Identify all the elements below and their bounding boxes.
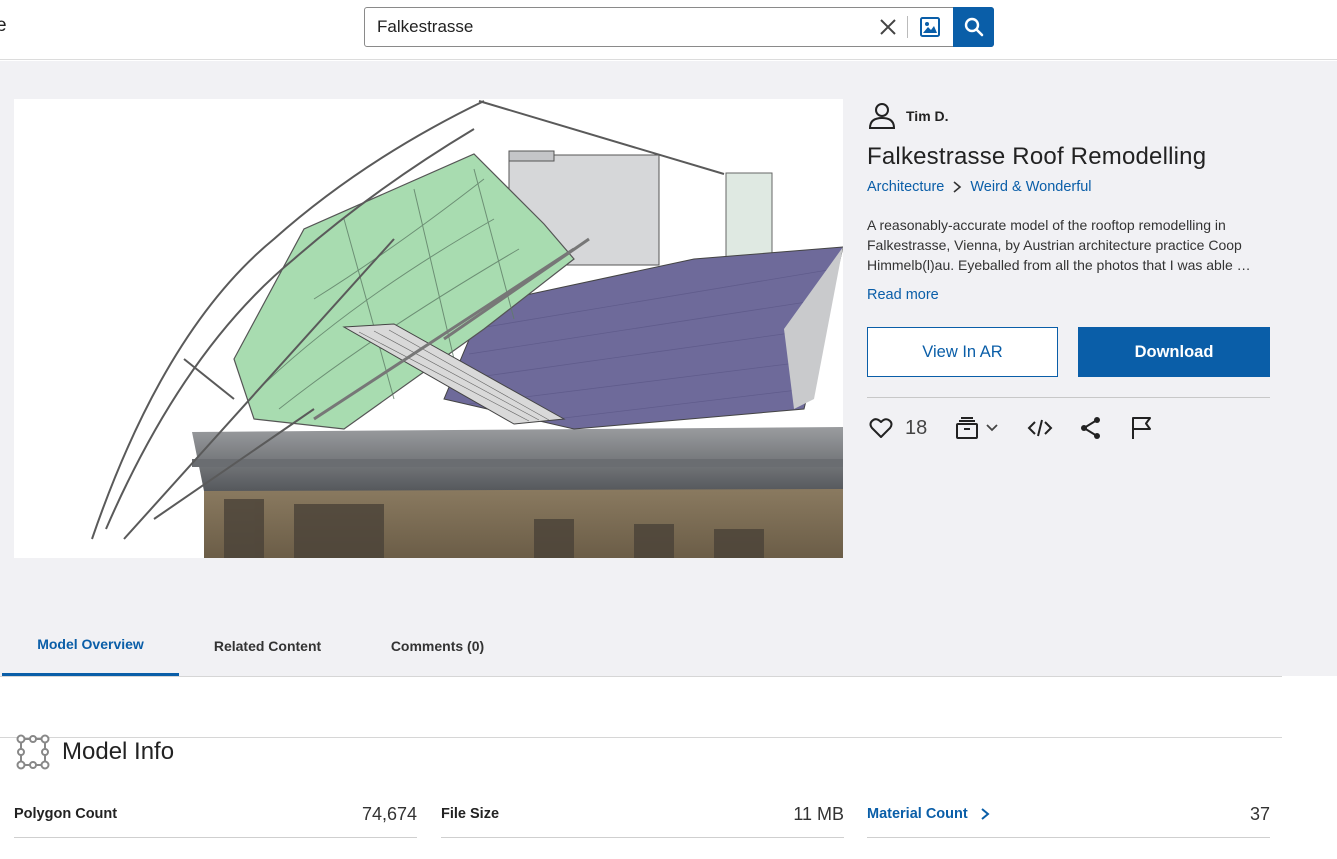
stat-label: Polygon Count (14, 806, 118, 822)
model-preview-image[interactable] (14, 99, 843, 558)
model-info-icon (16, 734, 50, 770)
embed-button[interactable] (1027, 413, 1053, 443)
breadcrumb: Architecture Weird & Wonderful (867, 179, 1092, 195)
tab-related-content[interactable]: Related Content (185, 615, 350, 676)
image-search-button[interactable] (912, 8, 948, 46)
breadcrumb-architecture[interactable]: Architecture (867, 179, 944, 195)
content-tabs (0, 676, 1282, 738)
share-icon (1081, 417, 1100, 439)
model-info-header: Model Info (16, 734, 174, 770)
clear-search-button[interactable] (870, 8, 906, 46)
likes-count: 18 (905, 416, 928, 439)
read-more-link[interactable]: Read more (867, 287, 939, 303)
download-button[interactable]: Download (1078, 327, 1270, 377)
search-divider (907, 16, 908, 38)
user-icon (868, 103, 896, 129)
model-actions: 18 (867, 413, 1270, 443)
stat-label: Material Count (867, 806, 968, 822)
stat-value: 11 MB (793, 804, 844, 824)
model-description: A reasonably-accurate model of the rooft… (867, 217, 1251, 273)
share-button[interactable] (1079, 413, 1103, 443)
site-logo-fragment[interactable]: e (0, 15, 7, 37)
stat-value: 74,674 (361, 804, 417, 824)
search-button[interactable] (953, 7, 994, 47)
collection-icon (956, 417, 978, 439)
add-to-collection-button[interactable] (955, 413, 999, 443)
tab-comments[interactable]: Comments (0) (360, 615, 515, 676)
search-icon (964, 17, 983, 37)
like-button[interactable]: 18 (869, 413, 927, 443)
stat-value: 37 (1249, 804, 1270, 824)
code-embed-icon (1027, 419, 1053, 437)
model-info-heading: Model Info (62, 738, 175, 765)
model-title: Falkestrasse Roof Remodelling (867, 143, 1207, 170)
stat-polygon-count: Polygon Count 74,674 (14, 795, 417, 838)
top-bar: e (0, 0, 1337, 60)
search-box (364, 7, 994, 47)
breadcrumb-weird-wonderful[interactable]: Weird & Wonderful (970, 179, 1091, 195)
view-in-ar-button[interactable]: View In AR (867, 327, 1058, 377)
heart-icon (869, 418, 893, 438)
close-icon (880, 19, 896, 35)
divider (867, 397, 1270, 398)
search-input[interactable] (365, 8, 865, 46)
flag-icon (1132, 417, 1151, 439)
author[interactable]: Tim D. (867, 101, 949, 131)
material-count-link[interactable]: Material Count (867, 806, 990, 822)
chevron-right-icon (981, 808, 990, 820)
report-button[interactable] (1130, 413, 1154, 443)
model-hero: Tim D. Falkestrasse Roof Remodelling Arc… (0, 61, 1337, 738)
model-render (91, 100, 843, 558)
chevron-right-icon (952, 181, 962, 193)
image-search-icon (920, 17, 940, 37)
author-name[interactable]: Tim D. (906, 108, 949, 124)
stat-file-size: File Size 11 MB (441, 795, 844, 838)
chevron-down-icon (986, 424, 998, 432)
tab-bar: Model Overview Related Content Comments … (0, 615, 1282, 677)
tab-model-overview[interactable]: Model Overview (2, 615, 179, 676)
stat-material-count: Material Count 37 (867, 795, 1270, 838)
stat-label: File Size (441, 806, 500, 822)
